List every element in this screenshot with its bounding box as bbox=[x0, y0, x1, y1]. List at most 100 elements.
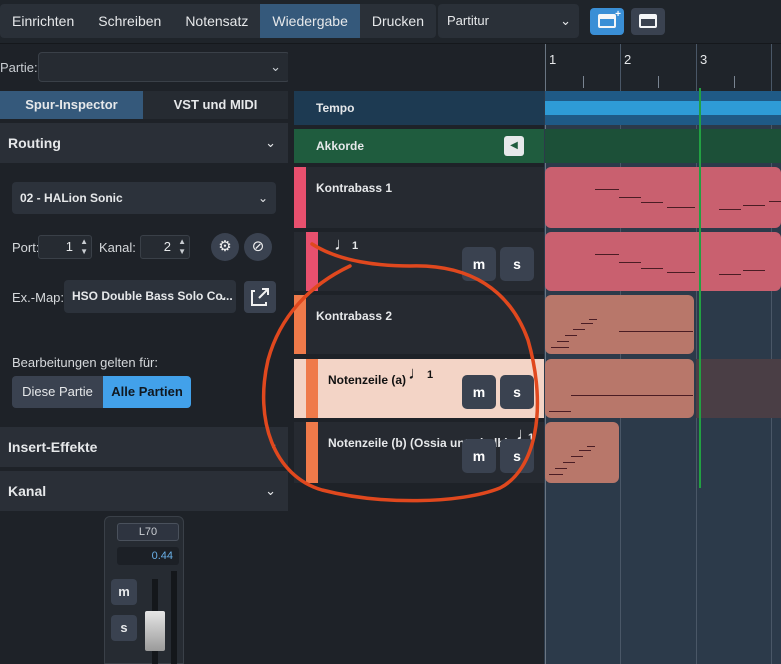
volume-fader[interactable] bbox=[145, 611, 165, 651]
routing-section-header[interactable]: Routing ⌄ bbox=[0, 123, 288, 163]
note-segment bbox=[581, 323, 593, 324]
level-value[interactable]: 0.44 bbox=[117, 547, 179, 565]
kontrabass1-staff[interactable]: ♩ 1 m s bbox=[294, 232, 544, 291]
window-button[interactable] bbox=[631, 8, 665, 35]
note-segment bbox=[549, 411, 571, 412]
kontrabass1-clip[interactable] bbox=[545, 167, 781, 228]
kontrabass1-track-name: Kontrabass 1 bbox=[316, 181, 393, 195]
insert-effects-header[interactable]: Insert-Effekte ‹ bbox=[0, 427, 288, 467]
kanal-section-header[interactable]: Kanal ⌄ bbox=[0, 471, 288, 511]
chevron-down-icon: ⌄ bbox=[265, 483, 276, 498]
note-segment bbox=[555, 468, 567, 469]
mode-tab-wiedergabe[interactable]: Wiedergabe bbox=[260, 4, 360, 38]
beat-tick bbox=[658, 76, 659, 88]
stepper-arrows-icon[interactable]: ▲ ▼ bbox=[80, 237, 88, 257]
mute-button[interactable]: m bbox=[462, 247, 496, 281]
kontrabass2-clip[interactable] bbox=[545, 295, 694, 354]
tempo-track[interactable]: Tempo bbox=[294, 91, 544, 125]
window-icon bbox=[639, 14, 657, 28]
part-label: Partie: bbox=[0, 60, 38, 75]
akkorde-track[interactable]: Akkorde ◀ bbox=[294, 129, 544, 163]
note-segment bbox=[743, 205, 765, 206]
notenzeile-a-staff[interactable]: Notenzeile (a) ♩ 1 m s bbox=[294, 359, 544, 418]
kontrabass1-track[interactable]: Kontrabass 1 bbox=[294, 167, 544, 228]
stepper-arrows-icon[interactable]: ▲ ▼ bbox=[178, 237, 186, 257]
kontrabass2-track[interactable]: Kontrabass 2 bbox=[294, 295, 544, 354]
note-segment bbox=[743, 270, 765, 271]
notenzeile-a-clip[interactable] bbox=[545, 359, 694, 418]
tab-spur-inspector[interactable]: Spur-Inspector bbox=[0, 91, 143, 119]
track-color-strip bbox=[294, 167, 306, 228]
note-segment bbox=[595, 254, 619, 255]
kontrabass1-staff-clip[interactable] bbox=[545, 232, 781, 291]
note-segment bbox=[719, 209, 741, 210]
track-color-strip bbox=[294, 295, 306, 354]
kanal-value: 2 bbox=[163, 239, 171, 254]
external-link-icon bbox=[251, 288, 269, 306]
mode-tab-schreiben[interactable]: Schreiben bbox=[86, 4, 173, 38]
ruler[interactable] bbox=[544, 44, 781, 91]
quarter-note-icon: ♩ bbox=[408, 363, 426, 383]
disable-button[interactable]: ⊘ bbox=[244, 233, 272, 261]
kanal-label: Kanal: bbox=[99, 240, 136, 255]
playhead[interactable] bbox=[699, 88, 701, 488]
port-stepper[interactable]: 1 ▲ ▼ bbox=[38, 235, 92, 259]
play-chords-button[interactable]: ◀ bbox=[504, 136, 524, 156]
note-segment bbox=[549, 474, 563, 475]
chevron-down-icon: ⌄ bbox=[270, 59, 281, 74]
edits-apply-label: Bearbeitungen gelten für: bbox=[12, 355, 158, 370]
track-color-strip bbox=[306, 232, 318, 291]
disable-icon: ⊘ bbox=[251, 238, 265, 255]
alle-partien-button[interactable]: Alle Partien bbox=[103, 376, 191, 408]
new-window-button[interactable]: + bbox=[590, 8, 624, 35]
note-segment bbox=[571, 395, 619, 396]
note-segment bbox=[595, 189, 619, 190]
note-segment bbox=[587, 446, 595, 447]
mode-tab-notensatz[interactable]: Notensatz bbox=[173, 4, 260, 38]
beat-tick bbox=[734, 76, 735, 88]
chords-lane[interactable] bbox=[545, 129, 781, 163]
beat-tick bbox=[583, 76, 584, 88]
strip-mute-button[interactable]: m bbox=[111, 579, 137, 605]
note-segment bbox=[573, 329, 585, 330]
mode-tab-einrichten[interactable]: Einrichten bbox=[0, 4, 86, 38]
mode-tab-drucken[interactable]: Drucken bbox=[360, 4, 436, 38]
kanal-stepper[interactable]: 2 ▲ ▼ bbox=[140, 235, 190, 259]
port-value: 1 bbox=[65, 239, 73, 254]
tempo-lane[interactable] bbox=[545, 91, 781, 125]
layout-select[interactable]: Partitur ⌄ bbox=[438, 4, 579, 38]
exmap-select[interactable]: HSO Double Bass Solo Co... ⌄ bbox=[64, 280, 236, 313]
bar-number: 1 bbox=[549, 52, 557, 67]
solo-button[interactable]: s bbox=[500, 375, 534, 409]
channel-strip: L70 0.44 m s bbox=[104, 516, 184, 664]
notenzeile-b-staff[interactable]: Notenzeile (b) (Ossia unterhalb) ♩ 1 m s bbox=[294, 422, 544, 483]
chevron-down-icon: ⌄ bbox=[257, 191, 268, 205]
insert-effects-title: Insert-Effekte bbox=[8, 439, 98, 455]
mute-button[interactable]: m bbox=[462, 375, 496, 409]
level-meter bbox=[171, 571, 177, 664]
note-segment bbox=[667, 272, 695, 273]
note-segment bbox=[641, 268, 663, 269]
chevron-down-icon: ⌄ bbox=[217, 289, 228, 303]
plus-icon: + bbox=[615, 9, 621, 20]
chevron-down-icon: ⌄ bbox=[560, 13, 571, 28]
solo-button[interactable]: s bbox=[500, 439, 534, 473]
pan-value[interactable]: L70 bbox=[117, 523, 179, 541]
open-editor-button[interactable] bbox=[244, 281, 276, 313]
chevron-left-icon: ‹ bbox=[271, 439, 276, 454]
notenzeile-b-clip[interactable] bbox=[545, 422, 619, 483]
exmap-label: Ex.-Map: bbox=[12, 290, 65, 305]
solo-button[interactable]: s bbox=[500, 247, 534, 281]
part-select[interactable]: ⌄ bbox=[38, 52, 290, 82]
note-segment bbox=[619, 262, 641, 263]
mute-button[interactable]: m bbox=[462, 439, 496, 473]
device-settings-button[interactable]: ⚙ bbox=[211, 233, 239, 261]
strip-solo-button[interactable]: s bbox=[111, 615, 137, 641]
layout-select-value: Partitur bbox=[447, 13, 489, 28]
note-segment bbox=[641, 202, 663, 203]
device-select[interactable]: 02 - HALion Sonic ⌄ bbox=[12, 182, 276, 214]
routing-title: Routing bbox=[8, 135, 61, 151]
diese-partie-button[interactable]: Diese Partie bbox=[12, 376, 103, 408]
track-color-strip bbox=[306, 422, 318, 483]
tab-vst-midi[interactable]: VST und MIDI bbox=[143, 91, 288, 119]
